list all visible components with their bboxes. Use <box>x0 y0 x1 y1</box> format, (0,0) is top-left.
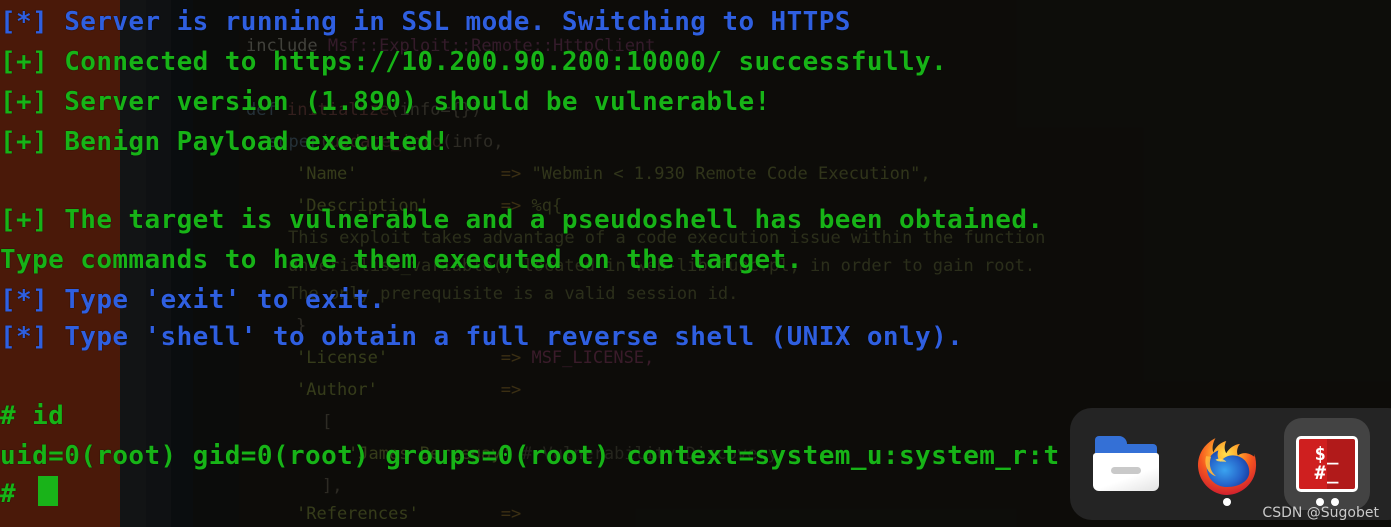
terminal-icon-glyph: $_ #_ <box>1314 443 1340 484</box>
terminal-line: # <box>0 479 33 509</box>
watermark: CSDN @Sugobet <box>1262 505 1379 521</box>
dock-item-firefox[interactable] <box>1184 418 1270 510</box>
terminal-line: # id <box>0 401 65 431</box>
dock-item-terminal[interactable]: $_ #_ <box>1284 418 1370 510</box>
terminal-line: [*] Type 'shell' to obtain a full revers… <box>0 322 964 352</box>
folder-icon <box>1093 436 1161 492</box>
terminal-line: [*] Type 'exit' to exit. <box>0 285 386 315</box>
dock-item-files[interactable] <box>1084 418 1170 510</box>
firefox-icon <box>1198 438 1257 495</box>
screen-root: include Msf::Exploit::Remote::HttpClient… <box>0 0 1391 527</box>
terminal-line: [+] Connected to https://10.200.90.200:1… <box>0 47 948 77</box>
terminal-cursor <box>38 476 58 506</box>
terminal-line: uid=0(root) gid=0(root) groups=0(root) c… <box>0 441 1060 471</box>
terminal-line: Type commands to have them executed on t… <box>0 245 803 275</box>
terminal-line: [+] The target is vulnerable and a pseud… <box>0 205 1044 235</box>
dock[interactable]: $_ #_ <box>1070 408 1391 520</box>
terminal-line: [+] Server version (1.890) should be vul… <box>0 87 771 117</box>
terminal-icon: $_ #_ <box>1296 436 1358 492</box>
terminal-line: [*] Server is running in SSL mode. Switc… <box>0 7 851 37</box>
terminal-line: [+] Benign Payload executed! <box>0 127 450 157</box>
dock-running-dots-firefox <box>1184 498 1270 506</box>
